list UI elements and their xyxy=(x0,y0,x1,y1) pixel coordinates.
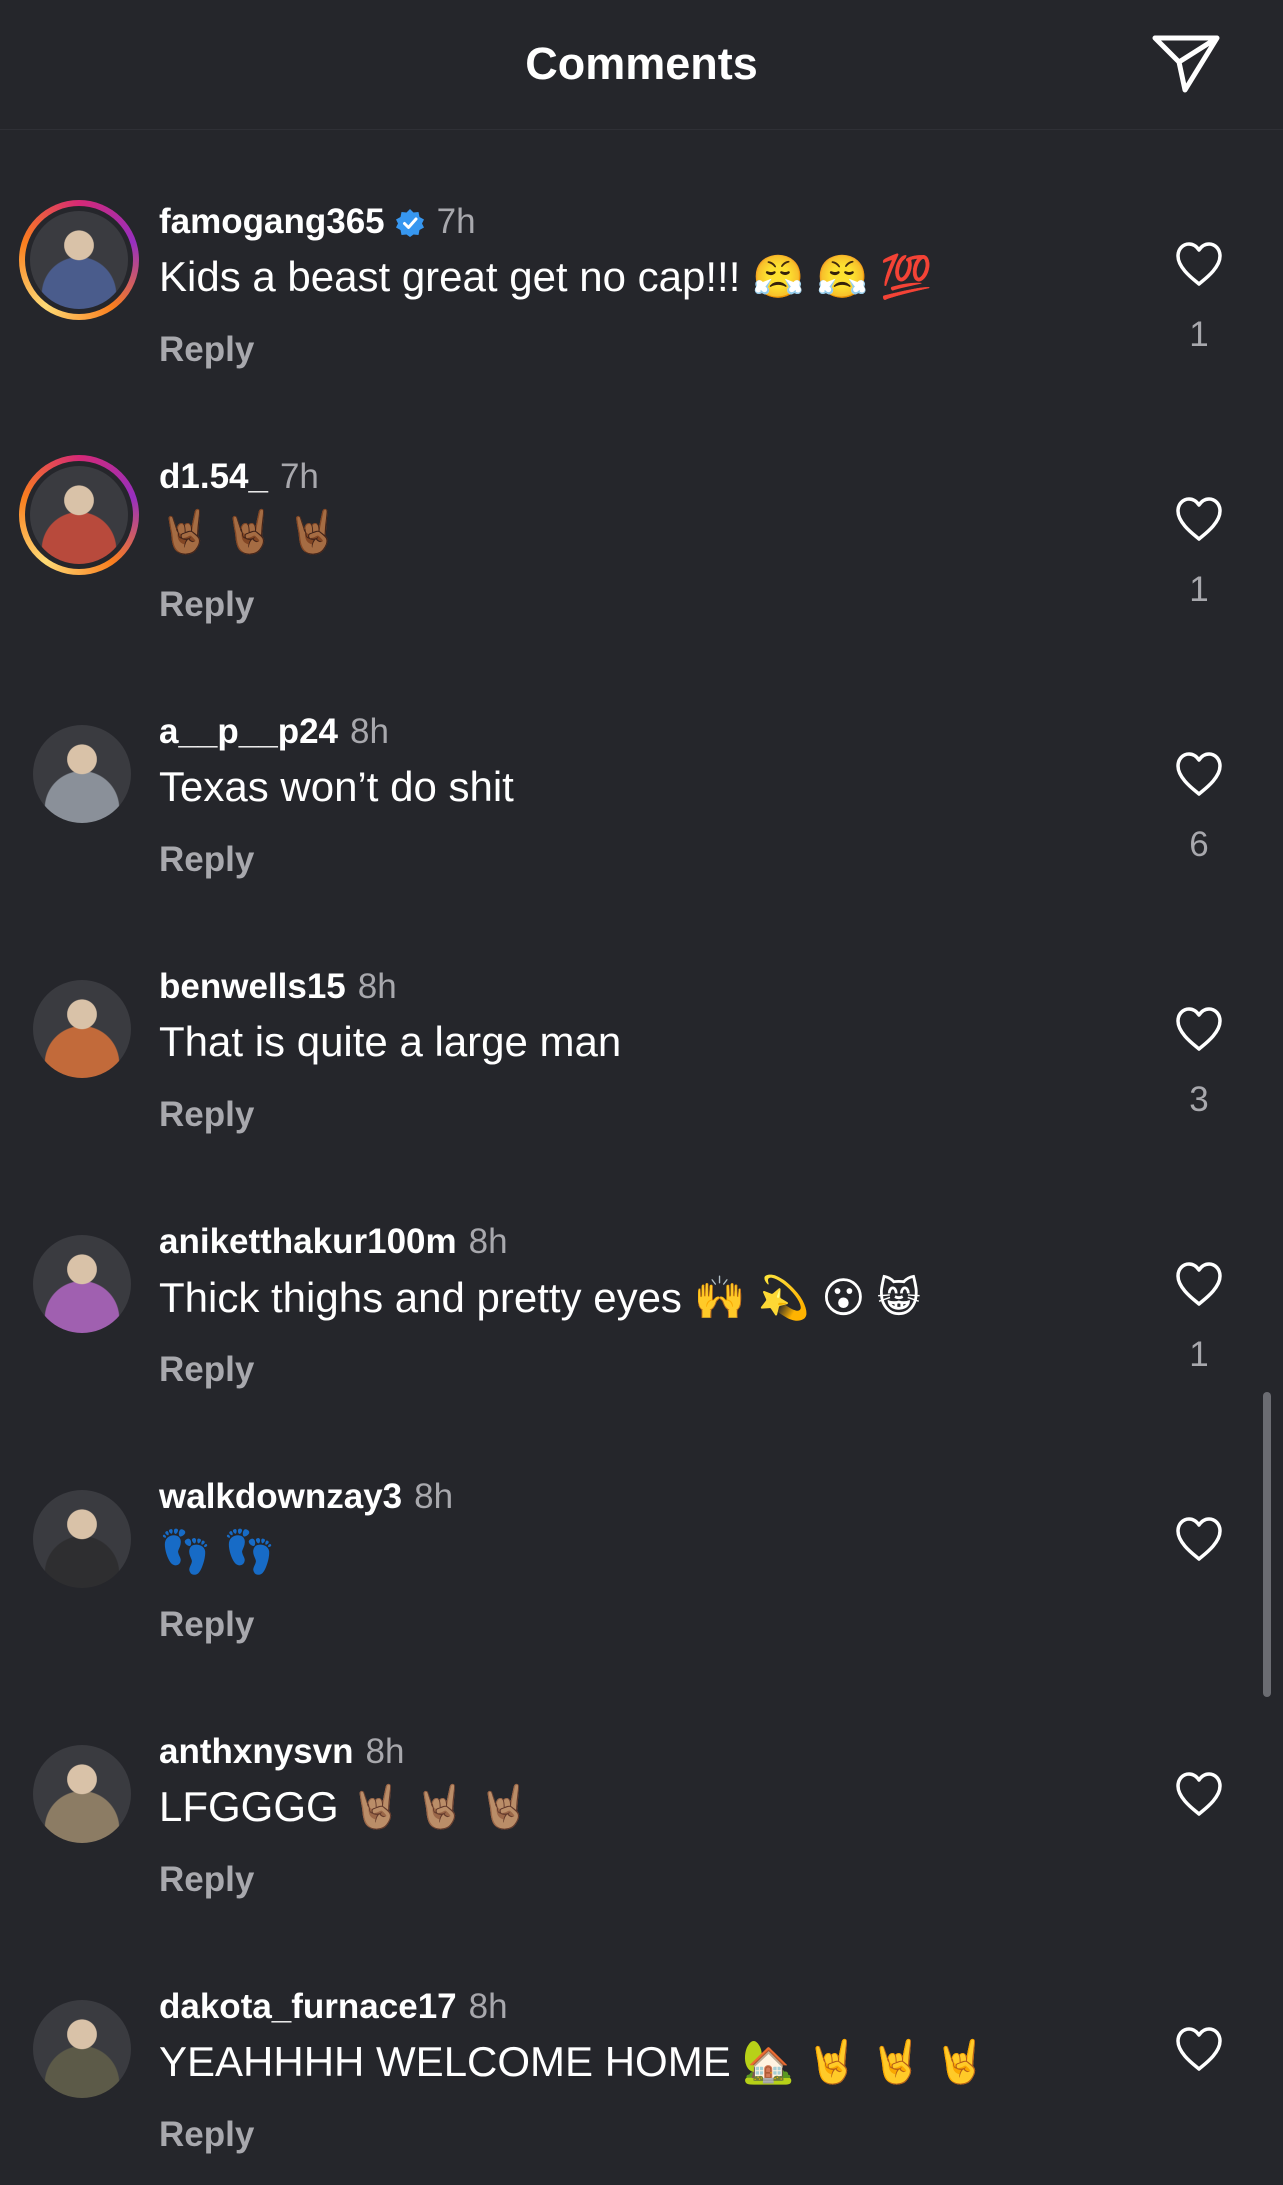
avatar[interactable] xyxy=(33,725,131,823)
comment-meta: dakota_furnace17 8h xyxy=(159,1987,508,2027)
comment-text: Thick thighs and pretty eyes 🙌 💫 😮 😸 xyxy=(159,1274,921,1321)
username[interactable]: famogang365 xyxy=(159,202,385,242)
heart-icon[interactable] xyxy=(1174,241,1224,287)
comment-item: dakota_furnace17 8h YEAHHHH WELCOME HOME 🏡… xyxy=(0,1915,1283,2170)
comment-time: 8h xyxy=(468,1987,508,2026)
heart-icon[interactable] xyxy=(1174,1771,1224,1817)
reply-button[interactable]: Reply xyxy=(159,585,254,625)
like-count: 1 xyxy=(1189,570,1209,609)
comment-time: 8h xyxy=(468,1222,508,1261)
comment-meta: d1.54_ 7h xyxy=(159,457,319,497)
comment-text: 🤘🏾 🤘🏾 🤘🏾 xyxy=(159,508,340,555)
comment-meta: anthxnysvn 8h xyxy=(159,1732,404,1772)
like-count: 1 xyxy=(1189,1335,1209,1374)
scrollbar[interactable] xyxy=(1263,1392,1271,1697)
comment-text: Kids a beast great get no cap!!! 😤 😤 💯 xyxy=(159,253,933,300)
reply-button[interactable]: Reply xyxy=(159,1860,254,1900)
avatar[interactable] xyxy=(33,1745,131,1843)
comment-text: YEAHHHH WELCOME HOME 🏡 🤘 🤘 🤘 xyxy=(159,2038,987,2085)
comment-item: d1.54_ 7h 🤘🏾 🤘🏾 🤘🏾 Reply 1 xyxy=(0,385,1283,640)
verified-badge-icon xyxy=(395,207,425,237)
comment-item: famogang365 7h Kids a beast great get no c… xyxy=(0,130,1283,385)
reply-button[interactable]: Reply xyxy=(159,330,254,370)
comment-meta: a__p__p24 8h xyxy=(159,712,389,752)
avatar[interactable] xyxy=(33,1490,131,1588)
heart-icon[interactable] xyxy=(1174,1516,1224,1562)
comment-item: benwells15 8h That is quite a large man Rep… xyxy=(0,895,1283,1150)
like-count: 1 xyxy=(1189,315,1209,354)
reply-button[interactable]: Reply xyxy=(159,1605,254,1645)
username[interactable]: benwells15 xyxy=(159,967,346,1007)
send-icon[interactable] xyxy=(1150,32,1222,96)
like-count: 3 xyxy=(1189,1080,1209,1119)
comment-meta: walkdownzay3 8h xyxy=(159,1477,453,1517)
username[interactable]: anthxnysvn xyxy=(159,1732,354,1772)
username[interactable]: d1.54_ xyxy=(159,457,268,497)
comment-meta: aniketthakur100m 8h xyxy=(159,1222,508,1262)
avatar xyxy=(30,466,128,564)
comment-time: 7h xyxy=(436,202,476,241)
comment-time: 8h xyxy=(357,967,397,1006)
heart-icon[interactable] xyxy=(1174,496,1224,542)
comment-item: anthxnysvn 8h LFGGGG 🤘🏽 🤘🏽 🤘🏽 Reply xyxy=(0,1660,1283,1915)
comment-item: a__p__p24 8h Texas won’t do shit Reply 6 xyxy=(0,640,1283,895)
reply-button[interactable]: Reply xyxy=(159,840,254,880)
comment-text: LFGGGG 🤘🏽 🤘🏽 🤘🏽 xyxy=(159,1783,531,1830)
comment-text: That is quite a large man xyxy=(159,1018,622,1065)
comment-time: 8h xyxy=(414,1477,454,1516)
comment-text: 👣 👣 xyxy=(159,1528,276,1575)
comment-meta: famogang365 7h xyxy=(159,202,476,242)
username[interactable]: a__p__p24 xyxy=(159,712,338,752)
comment-time: 8h xyxy=(350,712,389,751)
avatar-story-ring[interactable] xyxy=(19,200,139,320)
comments-header: Comments xyxy=(0,0,1283,130)
comment-item: aniketthakur100m 8h Thick thighs and prett… xyxy=(0,1150,1283,1405)
comment-item: walkdownzay3 8h 👣 👣 Reply xyxy=(0,1405,1283,1660)
username[interactable]: walkdownzay3 xyxy=(159,1477,402,1517)
heart-icon[interactable] xyxy=(1174,2026,1224,2072)
reply-button[interactable]: Reply xyxy=(159,1350,254,1390)
comment-time: 8h xyxy=(365,1732,405,1771)
avatar[interactable] xyxy=(33,1235,131,1333)
reply-button[interactable]: Reply xyxy=(159,2115,254,2155)
avatar[interactable] xyxy=(33,980,131,1078)
heart-icon[interactable] xyxy=(1174,1261,1224,1307)
heart-icon[interactable] xyxy=(1174,1006,1224,1052)
username[interactable]: aniketthakur100m xyxy=(159,1222,457,1262)
avatar-story-ring[interactable] xyxy=(19,455,139,575)
like-count: 6 xyxy=(1189,825,1209,864)
avatar[interactable] xyxy=(33,2000,131,2098)
avatar xyxy=(30,211,128,309)
comment-meta: benwells15 8h xyxy=(159,967,397,1007)
comment-text: Texas won’t do shit xyxy=(159,763,514,810)
username[interactable]: dakota_furnace17 xyxy=(159,1987,457,2027)
comment-time: 7h xyxy=(279,457,319,496)
reply-button[interactable]: Reply xyxy=(159,1095,254,1135)
heart-icon[interactable] xyxy=(1174,751,1224,797)
page-title: Comments xyxy=(525,38,758,89)
